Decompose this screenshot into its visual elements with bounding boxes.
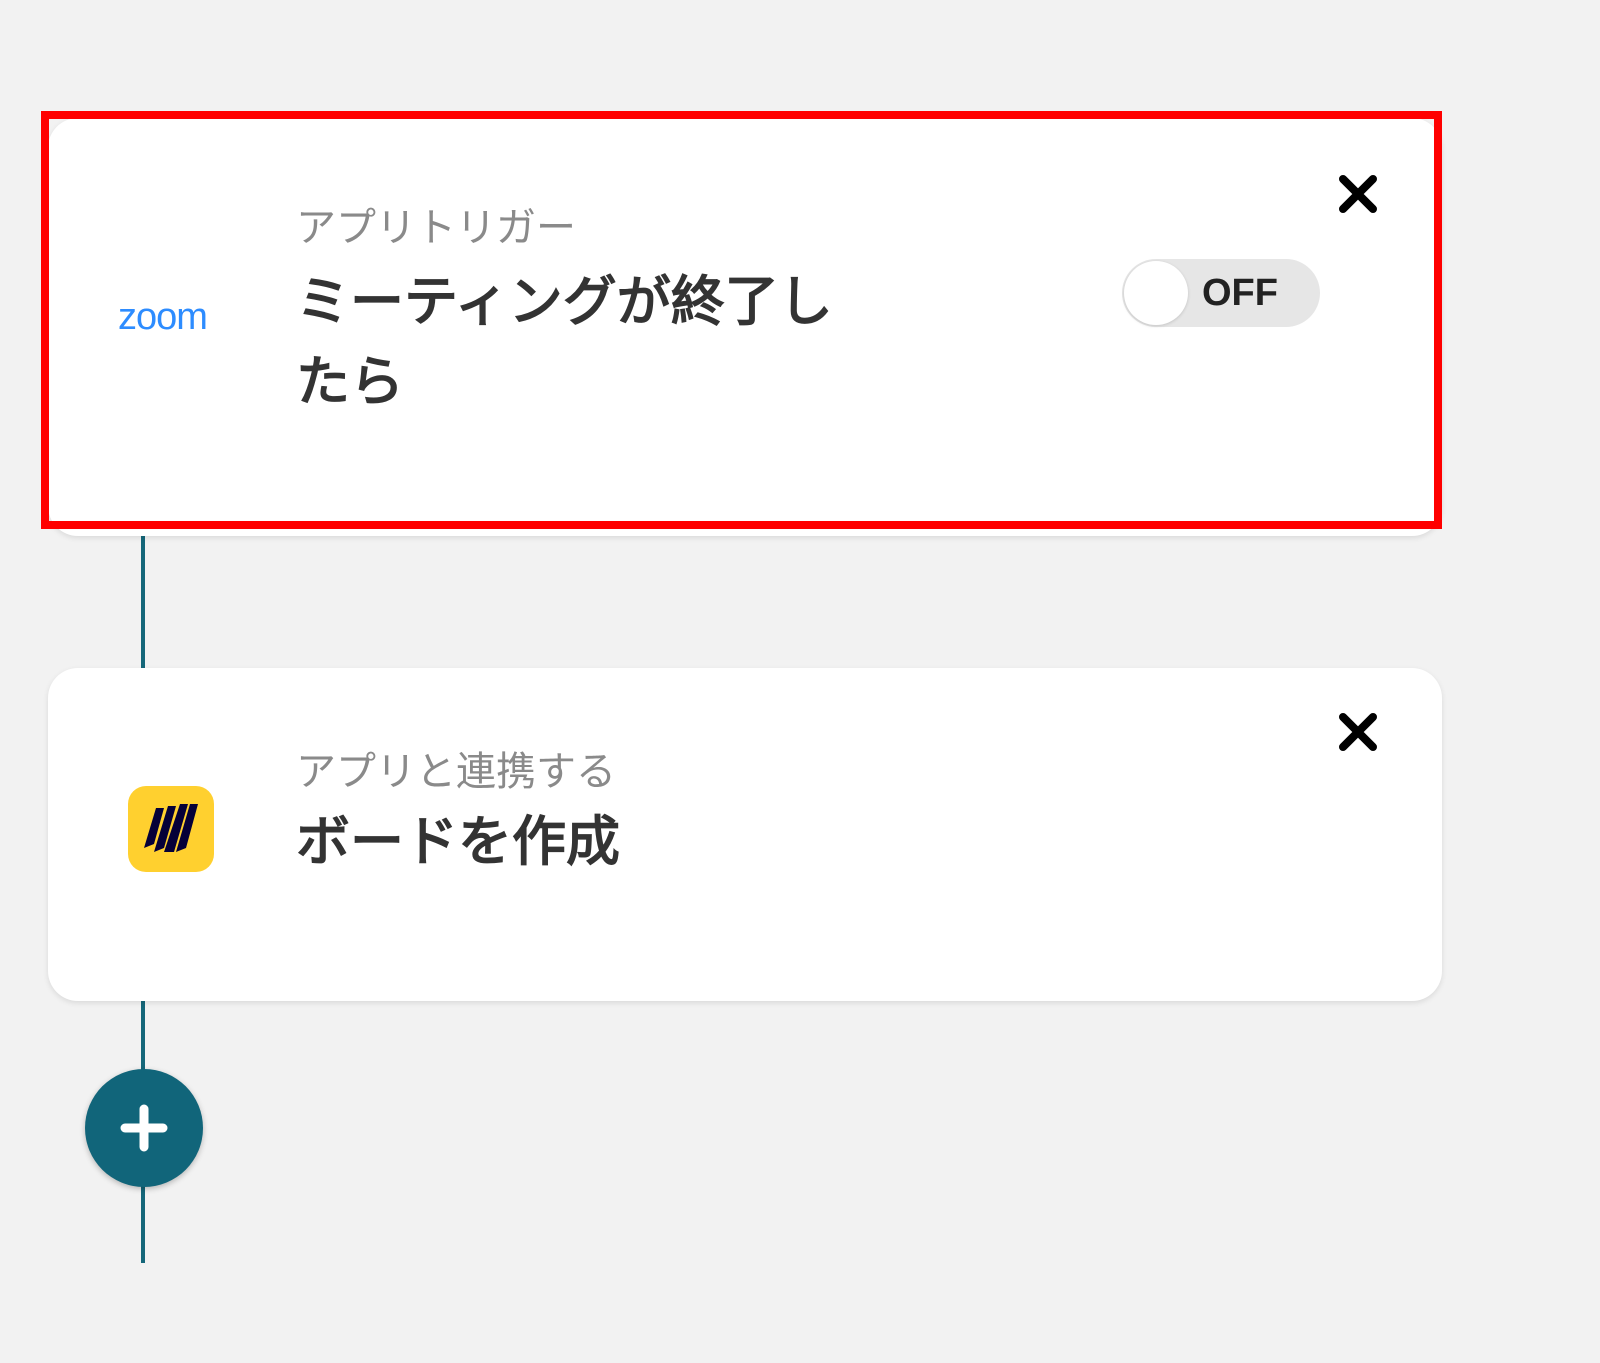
action-step-text: アプリと連携する ボードを作成 [296, 748, 996, 882]
action-step-card[interactable]: アプリと連携する ボードを作成 [48, 668, 1442, 1001]
toggle-label: OFF [1202, 272, 1278, 314]
trigger-toggle-switch[interactable]: OFF [1122, 259, 1320, 327]
add-step-button[interactable] [85, 1069, 203, 1187]
toggle-knob [1124, 261, 1188, 325]
trigger-step-title: ミーティングが終了したら [296, 270, 833, 413]
miro-logo-icon [128, 786, 214, 872]
close-icon[interactable] [1336, 710, 1380, 754]
action-step-subtitle: アプリと連携する [296, 749, 616, 795]
plus-icon [120, 1104, 168, 1152]
flow-connector-top [141, 536, 145, 668]
trigger-step-card[interactable]: zoom アプリトリガー ミーティングが終了したら OFF [48, 118, 1442, 536]
trigger-step-subtitle: アプリトリガー [296, 205, 576, 251]
flow-connector-bottom [141, 1185, 145, 1263]
action-step-title: ボードを作成 [296, 810, 620, 873]
zoom-logo-icon: zoom [118, 296, 208, 338]
flow-connector-middle [141, 1001, 145, 1071]
close-icon[interactable] [1336, 172, 1380, 216]
trigger-step-text: アプリトリガー ミーティングが終了したら [296, 204, 876, 422]
